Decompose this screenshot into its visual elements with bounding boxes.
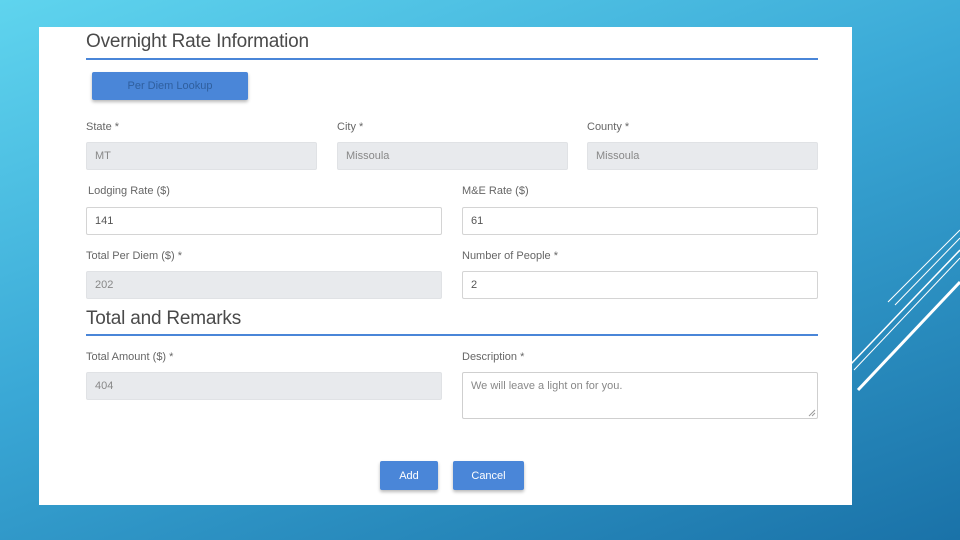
mie-rate-label: M&E Rate ($) xyxy=(462,185,529,197)
total-per-diem-field[interactable]: 202 xyxy=(86,271,442,299)
cancel-button[interactable]: Cancel xyxy=(453,461,524,490)
state-label: State * xyxy=(86,121,120,133)
total-per-diem-label: Total Per Diem ($) * xyxy=(86,250,182,262)
section-divider xyxy=(86,58,818,60)
overnight-section-title: Overnight Rate Information xyxy=(86,31,309,52)
per-diem-lookup-button[interactable]: Per Diem Lookup xyxy=(92,72,248,100)
description-textarea[interactable]: We will leave a light on for you. xyxy=(462,372,818,419)
lodging-rate-label: Lodging Rate ($) xyxy=(88,185,170,197)
city-field[interactable]: Missoula xyxy=(337,142,568,170)
number-of-people-label: Number of People * xyxy=(462,250,558,262)
form-panel: Overnight Rate Information Per Diem Look… xyxy=(39,27,852,505)
description-label: Description * xyxy=(462,351,525,363)
number-of-people-input[interactable]: 2 xyxy=(462,271,818,299)
total-amount-field[interactable]: 404 xyxy=(86,372,442,400)
total-amount-label: Total Amount ($) * xyxy=(86,351,174,363)
totals-section-title: Total and Remarks xyxy=(86,308,242,329)
resize-handle-icon[interactable] xyxy=(808,409,816,417)
section-divider xyxy=(86,334,818,336)
county-label: County * xyxy=(587,121,630,133)
lodging-rate-input[interactable]: 141 xyxy=(86,207,442,235)
county-field[interactable]: Missoula xyxy=(587,142,818,170)
decorative-lines xyxy=(849,229,960,392)
description-text: We will leave a light on for you. xyxy=(471,380,623,392)
add-button[interactable]: Add xyxy=(380,461,438,490)
mie-rate-input[interactable]: 61 xyxy=(462,207,818,235)
city-label: City * xyxy=(337,121,364,133)
state-field[interactable]: MT xyxy=(86,142,317,170)
